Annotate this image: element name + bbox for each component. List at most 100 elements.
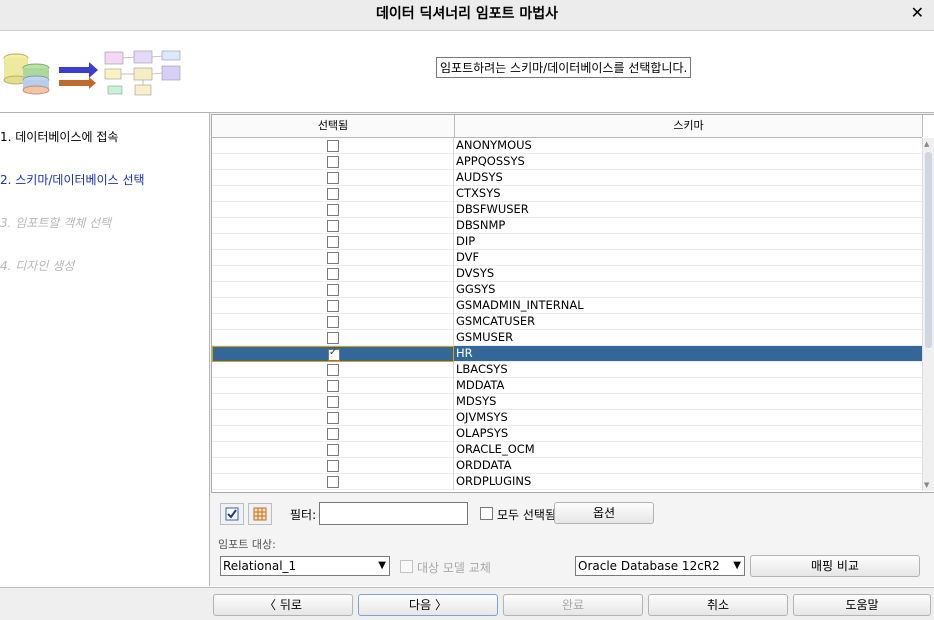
row-checkbox[interactable]	[327, 300, 339, 312]
row-checkbox[interactable]	[327, 268, 339, 280]
cancel-button[interactable]: 취소	[648, 594, 788, 616]
select-all-checkbox[interactable]	[480, 507, 493, 520]
schema-name: AUDSYS	[456, 170, 503, 184]
row-checkbox[interactable]	[327, 476, 339, 488]
row-select-cell	[212, 346, 454, 362]
scroll-down-icon[interactable]: ▼	[924, 481, 929, 489]
row-select-cell	[212, 330, 454, 346]
table-row[interactable]: DIP	[212, 234, 922, 250]
schema-name: GSMUSER	[456, 330, 514, 344]
table-row[interactable]: MDDATA	[212, 378, 922, 394]
step-select-schema[interactable]: 2. 스키마/데이터베이스 선택	[0, 171, 145, 188]
row-select-cell	[212, 266, 454, 282]
table-row[interactable]: DBSNMP	[212, 218, 922, 234]
row-select-cell	[212, 378, 454, 394]
row-select-cell	[212, 138, 454, 154]
table-row[interactable]: GSMUSER	[212, 330, 922, 346]
table-row[interactable]: ORDDATA	[212, 458, 922, 474]
scroll-thumb[interactable]	[925, 152, 932, 348]
table-row[interactable]: GSMCATUSER	[212, 314, 922, 330]
row-checkbox[interactable]	[327, 172, 339, 184]
row-checkbox[interactable]	[327, 316, 339, 328]
next-button[interactable]: 다음 〉	[358, 594, 498, 616]
close-icon[interactable]: ✕	[911, 0, 924, 26]
schema-name: LBACSYS	[456, 362, 508, 376]
table-row[interactable]: APPQOSSYS	[212, 154, 922, 170]
schema-name: GSMCATUSER	[456, 314, 536, 328]
row-checkbox[interactable]	[327, 220, 339, 232]
row-checkbox[interactable]	[327, 412, 339, 424]
wizard-illustration	[3, 50, 181, 96]
table-row[interactable]: GSMADMIN_INTERNAL	[212, 298, 922, 314]
row-checkbox[interactable]	[327, 444, 339, 456]
row-checkbox-checked[interactable]	[328, 347, 340, 361]
vertical-scrollbar[interactable]: ▲ ▼	[922, 138, 934, 491]
filter-input[interactable]	[319, 502, 468, 525]
table-row[interactable]: ORDPLUGINS	[212, 474, 922, 490]
row-checkbox[interactable]	[327, 252, 339, 264]
column-header-selected[interactable]: 선택됨	[212, 115, 455, 137]
table-row[interactable]: DVF	[212, 250, 922, 266]
finish-button: 완료	[503, 594, 643, 616]
select-all-label[interactable]: 모두 선택됨	[497, 506, 556, 523]
table-row[interactable]: DBSFWUSER	[212, 202, 922, 218]
compare-mapping-button[interactable]: 매핑 비교	[750, 555, 920, 577]
table-row[interactable]: OLAPSYS	[212, 426, 922, 442]
row-checkbox[interactable]	[327, 140, 339, 152]
database-stack-icon	[3, 53, 50, 95]
row-checkbox[interactable]	[327, 236, 339, 248]
row-checkbox[interactable]	[327, 188, 339, 200]
schema-name: GGSYS	[456, 282, 496, 296]
row-select-cell	[212, 218, 454, 234]
row-select-cell	[212, 426, 454, 442]
schema-name: DVF	[456, 250, 480, 264]
check-all-icon[interactable]	[220, 503, 244, 525]
step-select-objects: 3. 임포트할 객체 선택	[0, 216, 112, 230]
row-checkbox[interactable]	[327, 428, 339, 440]
row-select-cell	[212, 250, 454, 266]
row-select-cell	[212, 282, 454, 298]
row-select-cell	[212, 458, 454, 474]
schema-name: DVSYS	[456, 266, 495, 280]
table-row[interactable]: MDSYS	[212, 394, 922, 410]
row-checkbox[interactable]	[327, 156, 339, 168]
grid-icon[interactable]	[248, 503, 272, 525]
options-button[interactable]: 옵션	[554, 502, 654, 524]
table-row[interactable]: AUDSYS	[212, 170, 922, 186]
step-connect[interactable]: 1. 데이터베이스에 접속	[0, 128, 118, 145]
schema-name: MDDATA	[456, 378, 505, 392]
row-checkbox[interactable]	[327, 332, 339, 344]
schema-name: OLAPSYS	[456, 426, 509, 440]
row-checkbox[interactable]	[327, 364, 339, 376]
table-row[interactable]: DVSYS	[212, 266, 922, 282]
row-checkbox[interactable]	[327, 284, 339, 296]
table-row[interactable]: GGSYS	[212, 282, 922, 298]
column-header-schema[interactable]: 스키마	[455, 115, 923, 137]
db-version-select[interactable]: Oracle Database 12cR2 ▼	[575, 556, 745, 576]
table-row[interactable]: HR	[212, 346, 922, 362]
scroll-up-icon[interactable]: ▲	[924, 140, 929, 148]
schema-table: 선택됨 스키마 ANONYMOUS APPQOSSYS AUDSYS CTXSYS DB…	[211, 114, 934, 493]
row-checkbox[interactable]	[327, 396, 339, 408]
row-select-cell	[212, 474, 454, 490]
help-button[interactable]: 도움말	[793, 594, 931, 616]
schema-name: ANONYMOUS	[456, 138, 532, 152]
replace-model-checkbox	[400, 560, 413, 573]
row-select-cell	[212, 394, 454, 410]
window-title: 데이터 딕셔너리 임포트 마법사	[375, 6, 559, 22]
target-model-select[interactable]: Relational_1 ▼	[220, 556, 390, 576]
row-checkbox[interactable]	[327, 204, 339, 216]
schema-name: MDSYS	[456, 394, 497, 408]
table-row[interactable]: CTXSYS	[212, 186, 922, 202]
schema-name: DBSFWUSER	[456, 202, 529, 216]
import-target-label: 임포트 대상:	[218, 538, 276, 551]
table-row[interactable]: ORACLE_OCM	[212, 442, 922, 458]
arrow-icon	[59, 62, 98, 89]
row-checkbox[interactable]	[327, 460, 339, 472]
schema-name: HR	[456, 346, 473, 360]
table-row[interactable]: ANONYMOUS	[212, 138, 922, 154]
table-row[interactable]: LBACSYS	[212, 362, 922, 378]
back-button[interactable]: 〈 뒤로	[213, 594, 353, 616]
row-checkbox[interactable]	[327, 380, 339, 392]
table-row[interactable]: OJVMSYS	[212, 410, 922, 426]
